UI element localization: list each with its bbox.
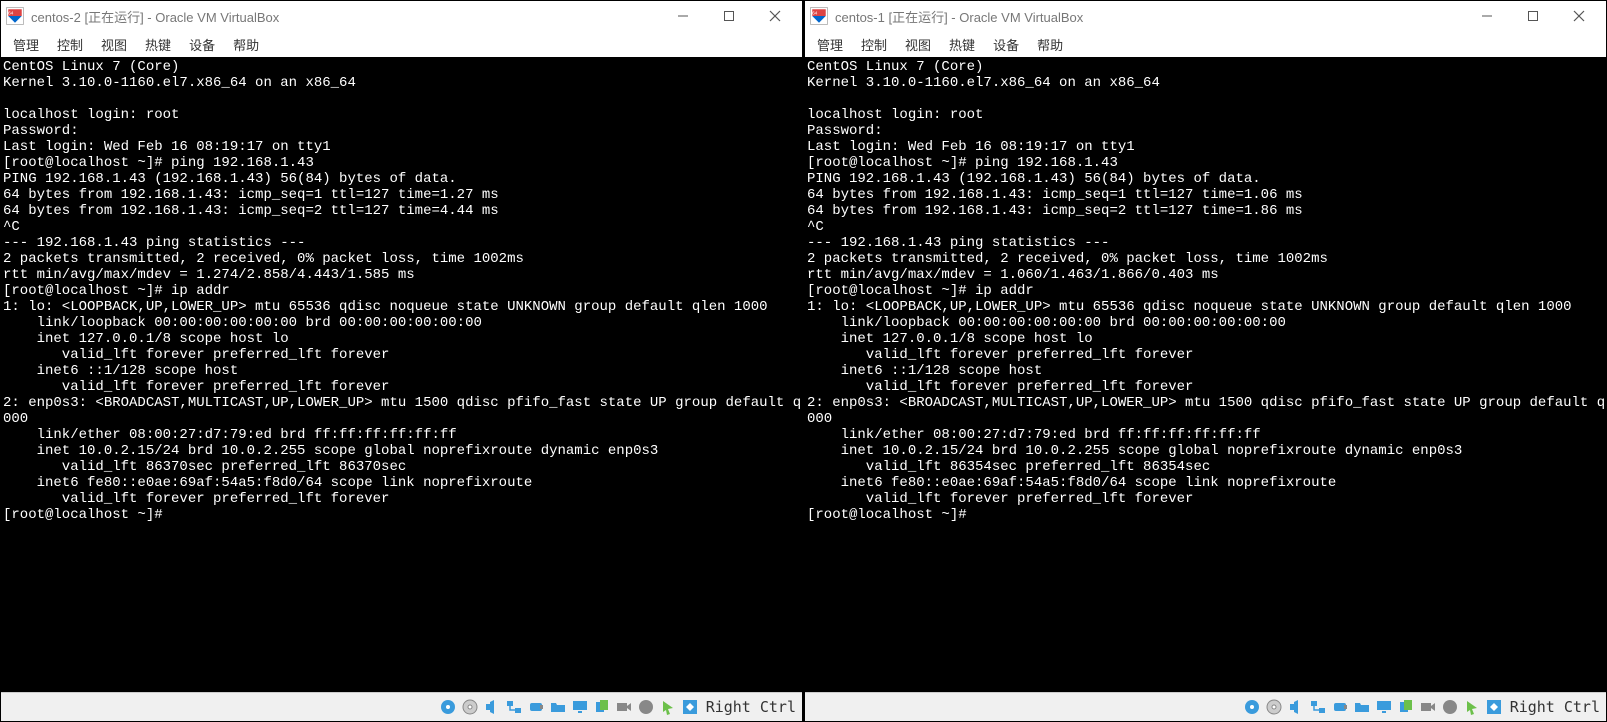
display-icon[interactable] <box>1374 697 1394 717</box>
hostkey-icon[interactable] <box>680 697 700 717</box>
clipboard-icon[interactable] <box>592 697 612 717</box>
minimize-button[interactable] <box>1464 1 1510 31</box>
menubar: 管理 控制 视图 热键 设备 帮助 <box>805 31 1606 57</box>
net-icon[interactable] <box>504 697 524 717</box>
svg-text:64: 64 <box>8 10 14 15</box>
audio-icon[interactable] <box>482 697 502 717</box>
close-button[interactable] <box>1556 1 1602 31</box>
menu-hotkey[interactable]: 热键 <box>949 35 975 54</box>
audio-icon[interactable] <box>1286 697 1306 717</box>
folder-icon[interactable] <box>548 697 568 717</box>
folder-icon[interactable] <box>1352 697 1372 717</box>
window-title: centos-1 [正在运行] - Oracle VM VirtualBox <box>835 7 1464 26</box>
vm-window-1: 64 centos-1 [正在运行] - Oracle VM VirtualBo… <box>804 0 1607 722</box>
window-controls <box>660 1 798 31</box>
window-title: centos-2 [正在运行] - Oracle VM VirtualBox <box>31 7 660 26</box>
desktop: 64 centos-2 [正在运行] - Oracle VM VirtualBo… <box>0 0 1607 722</box>
cd-icon[interactable] <box>1264 697 1284 717</box>
maximize-button[interactable] <box>1510 1 1556 31</box>
usb-icon[interactable] <box>526 697 546 717</box>
svg-text:64: 64 <box>812 10 818 15</box>
mouse-icon[interactable] <box>1462 697 1482 717</box>
menu-view[interactable]: 视图 <box>905 35 931 54</box>
titlebar[interactable]: 64 centos-2 [正在运行] - Oracle VM VirtualBo… <box>1 1 802 31</box>
statusbar: Right Ctrl <box>805 692 1606 721</box>
terminal[interactable]: CentOS Linux 7 (Core) Kernel 3.10.0-1160… <box>805 57 1606 692</box>
mouse-icon[interactable] <box>658 697 678 717</box>
record-icon[interactable] <box>614 697 634 717</box>
clipboard-icon[interactable] <box>1396 697 1416 717</box>
menu-view[interactable]: 视图 <box>101 35 127 54</box>
hdd-icon[interactable] <box>1242 697 1262 717</box>
menu-manage[interactable]: 管理 <box>817 35 843 54</box>
guest-icon[interactable] <box>1440 697 1460 717</box>
close-button[interactable] <box>752 1 798 31</box>
window-controls <box>1464 1 1602 31</box>
menubar: 管理 控制 视图 热键 设备 帮助 <box>1 31 802 57</box>
menu-help[interactable]: 帮助 <box>233 35 259 54</box>
hdd-icon[interactable] <box>438 697 458 717</box>
record-icon[interactable] <box>1418 697 1438 717</box>
terminal[interactable]: CentOS Linux 7 (Core) Kernel 3.10.0-1160… <box>1 57 802 692</box>
menu-hotkey[interactable]: 热键 <box>145 35 171 54</box>
display-icon[interactable] <box>570 697 590 717</box>
guest-icon[interactable] <box>636 697 656 717</box>
statusbar: Right Ctrl <box>1 692 802 721</box>
vm-window-0: 64 centos-2 [正在运行] - Oracle VM VirtualBo… <box>0 0 803 722</box>
titlebar[interactable]: 64 centos-1 [正在运行] - Oracle VM VirtualBo… <box>805 1 1606 31</box>
menu-help[interactable]: 帮助 <box>1037 35 1063 54</box>
minimize-button[interactable] <box>660 1 706 31</box>
menu-control[interactable]: 控制 <box>57 35 83 54</box>
menu-manage[interactable]: 管理 <box>13 35 39 54</box>
menu-devices[interactable]: 设备 <box>993 35 1019 54</box>
maximize-button[interactable] <box>706 1 752 31</box>
virtualbox-icon: 64 <box>5 6 25 26</box>
menu-control[interactable]: 控制 <box>861 35 887 54</box>
hostkey-label: Right Ctrl <box>706 698 796 716</box>
net-icon[interactable] <box>1308 697 1328 717</box>
cd-icon[interactable] <box>460 697 480 717</box>
hostkey-icon[interactable] <box>1484 697 1504 717</box>
virtualbox-icon: 64 <box>809 6 829 26</box>
menu-devices[interactable]: 设备 <box>189 35 215 54</box>
usb-icon[interactable] <box>1330 697 1350 717</box>
hostkey-label: Right Ctrl <box>1510 698 1600 716</box>
